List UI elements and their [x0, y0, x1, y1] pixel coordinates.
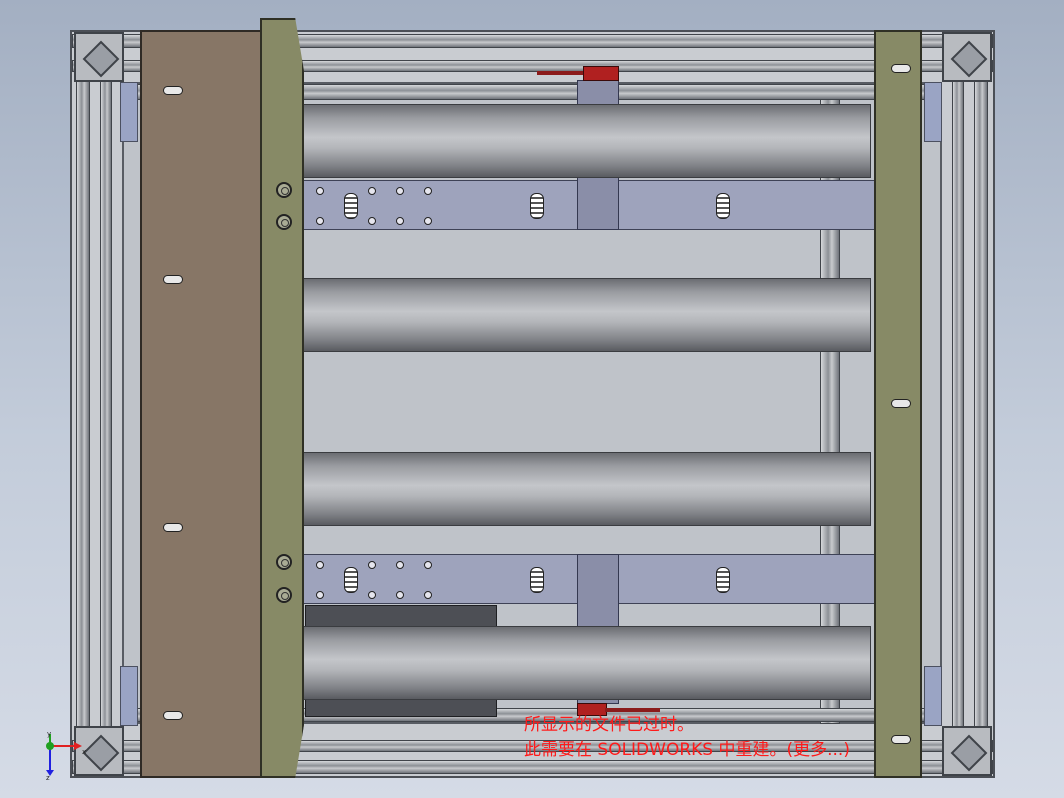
y-axis-label: y [47, 730, 51, 738]
plate-slot [163, 86, 183, 95]
pad-left-top [120, 82, 138, 142]
beam-hole [396, 561, 404, 569]
corner-top-right [942, 32, 992, 82]
handle-lever-bottom [605, 708, 660, 712]
right-rail-outer [974, 40, 988, 770]
beam-hole [316, 217, 324, 225]
handle-top[interactable] [583, 66, 619, 81]
beam-hole [316, 561, 324, 569]
left-rail-inner [100, 40, 112, 770]
beam-slot [530, 193, 544, 219]
roller-2[interactable] [303, 278, 871, 352]
cad-viewport[interactable]: 所显示的文件已过时。 此需要在 SOLIDWORKS 中重建。(更多...) y… [0, 0, 1064, 798]
left-rail-outer [76, 40, 90, 770]
pad-right-top [924, 82, 942, 142]
pad-right-bottom [924, 666, 942, 726]
roller-1[interactable] [303, 104, 871, 178]
plate-slot [891, 399, 911, 408]
x-axis-arrow [74, 742, 82, 750]
rebuild-warning-line1: 所显示的文件已过时。 [524, 715, 694, 735]
beam-hole [396, 591, 404, 599]
plate-slot [891, 64, 911, 73]
plate-slot [163, 523, 183, 532]
beam-hole [424, 591, 432, 599]
plate-slot [163, 711, 183, 720]
right-rail-inner [952, 40, 964, 770]
beam-hole [368, 561, 376, 569]
beam-hole [396, 187, 404, 195]
beam-slot [716, 193, 730, 219]
beam-slot [344, 567, 358, 593]
plate-slot [891, 735, 911, 744]
bolt-icon [276, 554, 292, 570]
beam-slot [344, 193, 358, 219]
pad-left-bottom [120, 666, 138, 726]
beam-hole [368, 187, 376, 195]
beam-hole [424, 217, 432, 225]
beam-hole [396, 217, 404, 225]
beam-hole [424, 561, 432, 569]
left-side-plate[interactable] [140, 30, 262, 778]
corner-top-left [74, 32, 124, 82]
plate-slot [163, 275, 183, 284]
handle-lever-top [537, 71, 587, 75]
roller-3[interactable] [303, 452, 871, 526]
beam-hole [368, 217, 376, 225]
roller-4[interactable] [303, 626, 871, 700]
rebuild-warning-line2[interactable]: 此需要在 SOLIDWORKS 中重建。(更多...) [524, 740, 850, 760]
z-axis-label: z [46, 774, 50, 780]
beam-hole [368, 591, 376, 599]
beam-hole [316, 591, 324, 599]
beam-slot [530, 567, 544, 593]
triad-origin [46, 742, 54, 750]
corner-bottom-right [942, 726, 992, 776]
bolt-icon [276, 214, 292, 230]
beam-slot [716, 567, 730, 593]
bolt-icon [276, 182, 292, 198]
coordinate-triad: y x z [46, 730, 86, 780]
beam-hole [316, 187, 324, 195]
x-axis-label: x [82, 748, 86, 756]
bolt-icon [276, 587, 292, 603]
beam-hole [424, 187, 432, 195]
left-roller-bracket[interactable] [260, 18, 304, 778]
